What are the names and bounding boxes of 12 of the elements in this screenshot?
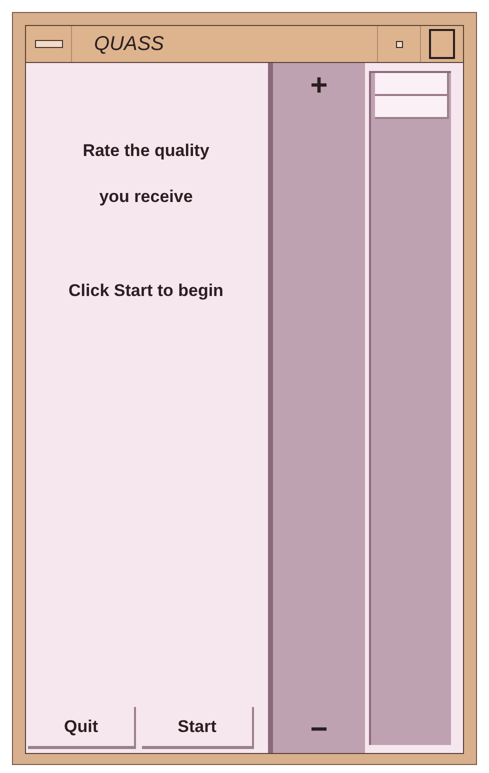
instruction-text: Click Start to begin: [68, 281, 224, 301]
scale-min-label: −: [310, 715, 328, 745]
scale-max-label: +: [310, 71, 328, 101]
window-title: QUASS: [93, 32, 166, 56]
prompt-text: Rate the quality: [82, 141, 210, 161]
maximize-icon: [429, 29, 455, 59]
menu-bar-icon: [34, 40, 62, 48]
minimize-icon: [396, 40, 402, 48]
prompt-text: you receive: [99, 187, 193, 207]
action-button[interactable]: Start: [142, 707, 254, 749]
slider-thumb[interactable]: [375, 73, 449, 119]
action-button[interactable]: Quit: [28, 707, 136, 749]
